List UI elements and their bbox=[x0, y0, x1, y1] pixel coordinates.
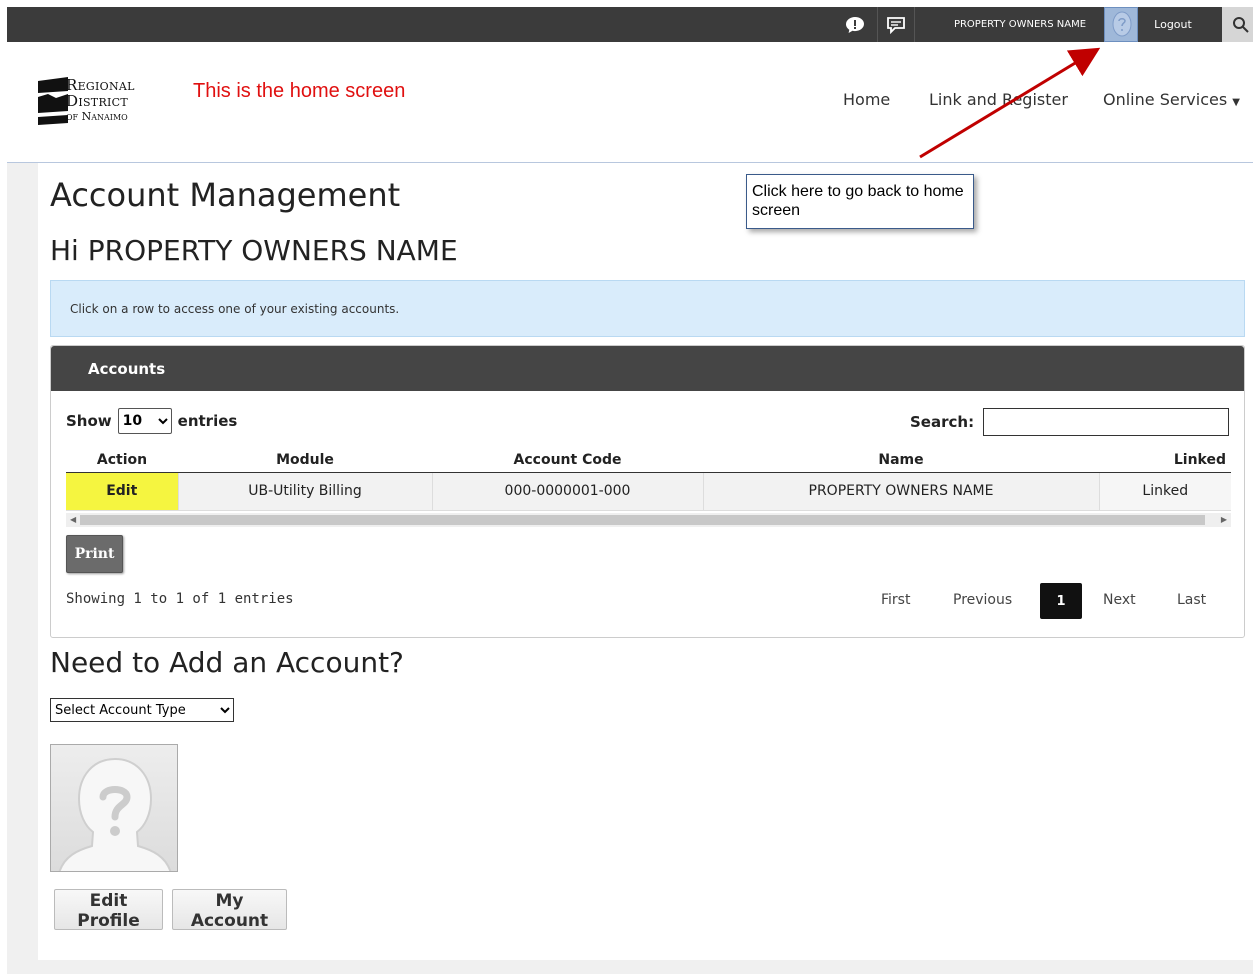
col-account-code[interactable]: Account Code bbox=[432, 448, 703, 473]
scroll-right-icon[interactable]: ▶ bbox=[1221, 513, 1227, 527]
nav-home[interactable]: Home bbox=[843, 90, 890, 109]
cell-account-code: 000-0000001-000 bbox=[432, 472, 704, 511]
show-label: Show bbox=[66, 412, 112, 430]
edit-action[interactable]: Edit bbox=[66, 472, 179, 511]
table-scrollbar[interactable]: ◀ ▶ bbox=[66, 513, 1231, 527]
annotation-arrow bbox=[919, 47, 1101, 159]
silhouette-icon bbox=[58, 757, 172, 871]
search-icon[interactable] bbox=[1222, 7, 1253, 42]
scroll-left-icon[interactable]: ◀ bbox=[70, 513, 76, 527]
accounts-table: Action Module Account Code Name Linked E… bbox=[66, 448, 1231, 511]
search-label: Search: bbox=[910, 413, 975, 431]
logo-line-3: of Nanaimo bbox=[66, 110, 128, 123]
edit-profile-button[interactable]: Edit Profile bbox=[54, 889, 163, 931]
nav-online-services[interactable]: Online Services ▼ bbox=[1103, 90, 1240, 109]
pager-next[interactable]: Next bbox=[1103, 592, 1136, 608]
entries-select[interactable]: 10 bbox=[117, 408, 172, 434]
col-action[interactable]: Action bbox=[66, 448, 178, 473]
info-banner: Click on a row to access one of your exi… bbox=[50, 280, 1245, 337]
caret-down-icon: ▼ bbox=[1232, 97, 1240, 108]
add-account-title: Need to Add an Account? bbox=[50, 646, 404, 679]
col-name[interactable]: Name bbox=[703, 448, 1099, 473]
rdn-logo[interactable]: Regional District of Nanaimo bbox=[38, 77, 170, 133]
chat-icon[interactable] bbox=[877, 7, 915, 42]
entries-label: entries bbox=[177, 412, 238, 430]
accounts-panel-title: Accounts bbox=[51, 346, 1244, 391]
logo-line-2: District bbox=[66, 92, 129, 110]
page-title: Account Management bbox=[50, 176, 401, 214]
home-screen-annotation: This is the home screen bbox=[193, 80, 406, 102]
logo-line-1: Regional bbox=[66, 76, 135, 94]
my-account-button[interactable]: My Account bbox=[172, 889, 287, 931]
pager-last[interactable]: Last bbox=[1177, 592, 1206, 608]
print-button[interactable]: Print bbox=[66, 535, 123, 573]
table-row[interactable]: Edit UB-Utility Billing 000-0000001-000 … bbox=[66, 472, 1231, 511]
col-linked[interactable]: Linked bbox=[1099, 448, 1231, 473]
cell-linked: Linked bbox=[1099, 472, 1231, 511]
top-bar: PROPERTY OWNERS NAME Logout bbox=[7, 7, 1253, 42]
nav-online-services-label: Online Services bbox=[1103, 90, 1228, 109]
left-gutter bbox=[7, 163, 38, 963]
search-input[interactable] bbox=[983, 408, 1229, 436]
table-header-row: Action Module Account Code Name Linked bbox=[66, 448, 1231, 473]
callout-box: Click here to go back to home screen bbox=[746, 174, 974, 229]
accounts-panel: Accounts Show 10 entries Search: Action … bbox=[50, 345, 1245, 638]
greeting: Hi PROPERTY OWNERS NAME bbox=[50, 234, 458, 267]
cell-name: PROPERTY OWNERS NAME bbox=[703, 472, 1100, 511]
logout-link[interactable]: Logout bbox=[1143, 7, 1203, 42]
pager-current[interactable]: 1 bbox=[1040, 583, 1082, 619]
account-type-select[interactable]: Select Account Type bbox=[50, 698, 234, 722]
pager-previous[interactable]: Previous bbox=[953, 592, 1012, 608]
showing-info: Showing 1 to 1 of 1 entries bbox=[66, 591, 294, 607]
col-module[interactable]: Module bbox=[178, 448, 432, 473]
avatar[interactable] bbox=[1104, 7, 1138, 42]
pager-first[interactable]: First bbox=[881, 592, 910, 608]
profile-picture[interactable] bbox=[50, 744, 178, 872]
cell-module: UB-Utility Billing bbox=[178, 472, 433, 511]
alert-icon[interactable] bbox=[837, 7, 873, 42]
user-name-link[interactable]: PROPERTY OWNERS NAME bbox=[925, 7, 1115, 42]
bottom-gutter bbox=[7, 960, 1253, 974]
show-entries: Show 10 entries bbox=[66, 408, 237, 434]
scroll-thumb[interactable] bbox=[80, 515, 1205, 525]
